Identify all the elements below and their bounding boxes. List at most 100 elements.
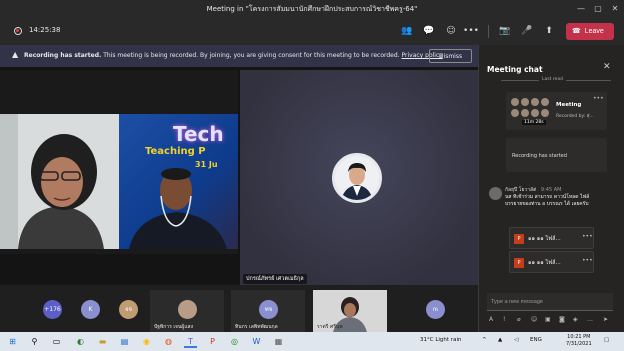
sticker-icon[interactable]: ◙ [559, 316, 565, 323]
last-read-label: Last read [539, 77, 566, 82]
meeting-recording-card[interactable]: 11m 28s Meeting Recorded by: สุ่... ••• [506, 92, 607, 130]
more-options-icon[interactable]: ••• [582, 233, 593, 240]
system-message: Recording has started [506, 138, 607, 172]
notification-icon[interactable]: ▢ [604, 337, 609, 343]
title-bar: Meeting in "โครงการสัมมนานักศึกษาฝึกประส… [0, 0, 624, 18]
camera-off-icon[interactable]: 📷 [497, 23, 513, 39]
minimize-icon[interactable]: — [574, 2, 588, 16]
clock-time: 10:21 PM [567, 334, 591, 340]
powerpoint-icon[interactable]: P [206, 335, 219, 348]
participant-avatar-jj[interactable]: จจ [119, 300, 138, 319]
volume-icon[interactable]: ◁ [514, 337, 518, 343]
message-author: กัลยุปี โยวาลัต่ [505, 187, 537, 193]
avatar [489, 187, 502, 200]
close-icon[interactable]: ✕ [603, 62, 611, 72]
participant-name: ราตรี ศรีนุพ [317, 324, 343, 330]
exclamation-icon[interactable]: ! [503, 316, 505, 323]
participant-video-1 [0, 114, 119, 249]
firefox-icon[interactable]: ◍ [162, 335, 175, 348]
participant-avatar-kn[interactable]: กเ [426, 300, 445, 319]
send-icon[interactable]: ➤ [603, 316, 608, 323]
participant-strip: +176 K จจ ปัฐพิการ เจนผู้แสง ทจ ทินกร เล… [0, 285, 478, 332]
speaker-avatar [332, 153, 382, 203]
participant-photo-icon [178, 300, 197, 319]
teams-icon[interactable]: T [184, 335, 197, 348]
recording-indicator-icon [14, 27, 22, 35]
dismiss-button[interactable]: Dismiss [429, 49, 472, 63]
chat-icon[interactable]: 💬 [421, 23, 437, 39]
participant-video-2: Tech Teaching P 31 Ju [119, 114, 238, 249]
person-silhouette-1 [0, 114, 119, 249]
banner-message: This meeting is being recorded. By joini… [103, 52, 400, 59]
meeting-chat-panel: Meeting chat ✕ Last read 11m 28s Meeting… [478, 45, 624, 332]
weather-widget[interactable]: 31°C Light rain [420, 337, 461, 343]
window-title: Meeting in "โครงการสัมมนานักศึกษาฝึกประส… [206, 5, 418, 13]
edge-icon[interactable]: ◐ [74, 335, 87, 348]
attach-icon[interactable]: ⌀ [517, 316, 521, 323]
line-icon[interactable]: ◎ [228, 335, 241, 348]
close-window-icon[interactable]: ✕ [608, 2, 622, 16]
recording-banner: ▲ Recording has started. This meeting is… [0, 45, 478, 67]
more-participants-badge[interactable]: +176 [43, 300, 62, 319]
gif-icon[interactable]: ▣ [545, 316, 551, 323]
participant-tile-1[interactable]: ปัฐพิการ เจนผู้แสง [150, 290, 224, 332]
meeting-card-subtitle: Recorded by: สุ่... [556, 114, 594, 119]
windows-start-icon[interactable]: ⊞ [6, 335, 19, 348]
emoji-icon[interactable]: ☺ [531, 316, 537, 323]
reactions-icon[interactable]: ☺ [443, 23, 459, 39]
app-icon[interactable]: ▦ [272, 335, 285, 348]
windows-taskbar: ⊞ ⚲ ▭ ◐ ▬ ▤ ◉ ◍ T P ◎ W ▦ 31°C Light rai… [0, 332, 624, 351]
network-icon[interactable]: ▲ [498, 337, 502, 343]
participant-avatar-k[interactable]: K [81, 300, 100, 319]
task-view-icon[interactable]: ▭ [50, 335, 63, 348]
more-options-icon[interactable]: ••• [593, 95, 604, 102]
language-indicator[interactable]: ENG [530, 337, 542, 343]
powerpoint-icon: P [514, 258, 524, 268]
search-icon[interactable]: ⚲ [28, 335, 41, 348]
active-speaker-name: ปกรณ์ภัทรย์ เศวตเมธิกุล [243, 274, 307, 284]
participant-tile-2[interactable]: ทจ ทินกร เลพิทพัฒนกุล [231, 290, 305, 332]
teams-window: Meeting in "โครงการสัมมนานักศึกษาฝึกประส… [0, 0, 624, 351]
file-attachment[interactable]: P ๑๑ ๑๑ ไฟล์... ••• [509, 227, 594, 249]
recording-thumbnail: 11m 28s [509, 96, 549, 128]
leave-button[interactable]: ☎ Leave [566, 23, 614, 40]
participant-avatar-tj: ทจ [259, 300, 278, 319]
format-icon[interactable]: A [489, 316, 493, 323]
chat-compose-input[interactable] [487, 293, 613, 311]
person-silhouette-2 [129, 168, 227, 249]
file-attachment[interactable]: P ๑๑ ๑๑ ไฟล์... ••• [509, 251, 594, 273]
powerpoint-icon: P [514, 234, 524, 244]
toolbar-divider [488, 25, 489, 38]
more-apps-icon[interactable]: … [587, 316, 593, 323]
system-clock[interactable]: 10:21 PM 7/31/2021 [566, 334, 592, 348]
active-speaker-tile[interactable]: ปกรณ์ภัทรย์ เศวตเมธิกุล [240, 70, 478, 285]
file-name: ๑๑ ๑๑ ไฟล์... [528, 236, 561, 242]
more-actions-icon[interactable]: ••• [463, 23, 479, 39]
message-author-line: กัลยุปี โยวาลัต่ 9:45 AM [505, 186, 561, 194]
participants-icon[interactable]: 👥 [399, 23, 415, 39]
word-icon[interactable]: W [250, 335, 263, 348]
recording-duration: 11m 28s [522, 120, 546, 125]
banner-title: Recording has started. [24, 52, 102, 59]
shared-content-tile[interactable]: Tech Teaching P 31 Ju [0, 70, 238, 254]
tray-chevron-icon[interactable]: ^ [482, 337, 487, 343]
participant-name: ทินกร เลพิทพัฒนกุล [235, 324, 278, 330]
praise-icon[interactable]: ◈ [573, 316, 578, 323]
participant-name: ปัฐพิการ เจนผู้แสง [154, 324, 194, 330]
more-options-icon[interactable]: ••• [582, 257, 593, 264]
file-explorer-icon[interactable]: ▬ [96, 335, 109, 348]
store-icon[interactable]: ▤ [118, 335, 131, 348]
meeting-toolbar: 14:25:38 👥 💬 ☺ ••• 📷 🎤 ⬆ ☎ Leave [0, 18, 624, 45]
maximize-icon[interactable]: ▢ [591, 2, 605, 16]
meeting-timer: 14:25:38 [29, 26, 61, 34]
video-stage: Tech Teaching P 31 Ju ปกรณ์ภัทรย์ เศวตเม… [0, 67, 478, 285]
banner-text: Recording has started. This meeting is b… [24, 52, 443, 59]
phone-icon: ☎ [572, 28, 581, 35]
meeting-card-title: Meeting [556, 102, 582, 108]
leave-label: Leave [584, 28, 604, 35]
share-tray-icon[interactable]: ⬆ [541, 23, 557, 39]
chrome-icon[interactable]: ◉ [140, 335, 153, 348]
compose-toolbar: A ! ⌀ ☺ ▣ ◙ ◈ … ➤ [489, 316, 617, 326]
participant-tile-3[interactable]: ราตรี ศรีนุพ [313, 290, 387, 332]
mic-off-icon[interactable]: 🎤 [519, 23, 535, 39]
